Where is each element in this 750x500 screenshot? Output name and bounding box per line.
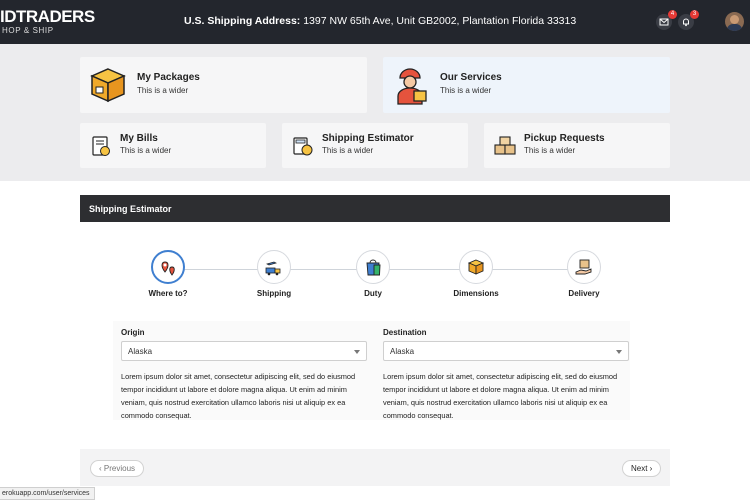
step-label: Dimensions	[453, 289, 499, 298]
estimator-footer	[80, 449, 670, 486]
status-bar-url: erokuapp.com/user/services	[0, 487, 95, 500]
card-subtitle: This is a wider	[137, 86, 189, 95]
top-navbar: IDTRADERS HOP & SHIP U.S. Shipping Addre…	[0, 0, 750, 44]
destination-label: Destination	[383, 328, 427, 337]
package-icon	[90, 68, 126, 103]
destination-select[interactable]: Alaska	[383, 341, 629, 361]
card-my-bills[interactable]: My Bills This is a wider	[80, 123, 266, 168]
messages-badge: 4	[668, 10, 677, 19]
step-circle	[257, 250, 291, 284]
user-avatar[interactable]	[725, 12, 744, 31]
card-pickup-requests[interactable]: Pickup Requests This is a wider	[484, 123, 670, 168]
step-label: Delivery	[568, 289, 600, 298]
bill-icon	[92, 136, 110, 156]
shipping-address: U.S. Shipping Address: 1397 NW 65th Ave,…	[184, 15, 576, 27]
card-subtitle: This is a wider	[322, 146, 374, 155]
notifications-badge: 3	[690, 10, 699, 19]
brand-sub: HOP & SHIP	[2, 26, 54, 35]
pickup-boxes-icon	[494, 136, 516, 155]
destination-select-value: Alaska	[390, 347, 415, 356]
notifications-button[interactable]: 3	[678, 10, 699, 30]
brand-logo[interactable]: IDTRADERS HOP & SHIP	[0, 8, 95, 35]
step-circle	[459, 250, 493, 284]
calculator-icon	[293, 137, 313, 156]
card-subtitle: This is a wider	[524, 146, 576, 155]
origin-description: Lorem ipsum dolor sit amet, consectetur …	[121, 372, 356, 420]
card-shipping-estimator[interactable]: Shipping Estimator This is a wider	[282, 123, 468, 168]
chevron-down-icon	[616, 350, 622, 354]
step-duty[interactable]: Duty	[343, 250, 403, 298]
bell-icon	[683, 18, 689, 27]
step-circle	[151, 250, 185, 284]
card-my-packages[interactable]: My Packages This is a wider	[80, 57, 367, 113]
step-circle	[567, 250, 601, 284]
step-label: Shipping	[256, 289, 292, 298]
shipping-address-label: U.S. Shipping Address:	[184, 15, 301, 27]
card-title: My Packages	[137, 72, 200, 83]
card-title: Our Services	[440, 72, 502, 83]
next-button[interactable]: Next ›	[622, 460, 662, 477]
step-delivery[interactable]: Delivery	[554, 250, 614, 298]
step-label: Duty	[364, 289, 382, 298]
messages-button[interactable]: 4	[656, 10, 677, 30]
destination-description: Lorem ipsum dolor sit amet, consectetur …	[383, 372, 618, 420]
card-our-services[interactable]: Our Services This is a wider	[383, 57, 670, 113]
delivery-person-icon	[397, 68, 427, 105]
card-title: Pickup Requests	[524, 133, 605, 144]
card-title: Shipping Estimator	[322, 133, 414, 144]
delivery-hand-icon	[575, 259, 592, 275]
avatar-face	[730, 15, 739, 24]
shopping-bag-icon	[366, 259, 381, 276]
origin-label: Origin	[121, 328, 145, 337]
shipping-address-value: 1397 NW 65th Ave, Unit GB2002, Plantatio…	[303, 15, 577, 27]
origin-select[interactable]: Alaska	[121, 341, 367, 361]
brand-main: IDTRADERS	[0, 7, 95, 26]
previous-button[interactable]: ‹ Previous	[90, 460, 145, 477]
location-pin-icon	[161, 261, 175, 276]
step-label: Where to?	[148, 289, 188, 298]
chevron-down-icon	[354, 350, 360, 354]
shipping-vehicles-icon	[265, 261, 281, 276]
card-subtitle: This is a wider	[440, 86, 492, 95]
box-dimensions-icon	[467, 259, 485, 275]
card-title: My Bills	[120, 133, 158, 144]
avatar-body	[727, 24, 742, 31]
step-circle	[356, 250, 390, 284]
estimator-panel-header: Shipping Estimator	[80, 195, 670, 222]
step-shipping[interactable]: Shipping	[244, 250, 304, 298]
mail-icon	[659, 18, 669, 26]
card-subtitle: This is a wider	[120, 146, 172, 155]
origin-select-value: Alaska	[128, 347, 153, 356]
step-where-to[interactable]: Where to?	[138, 250, 198, 298]
step-dimensions[interactable]: Dimensions	[446, 250, 506, 298]
